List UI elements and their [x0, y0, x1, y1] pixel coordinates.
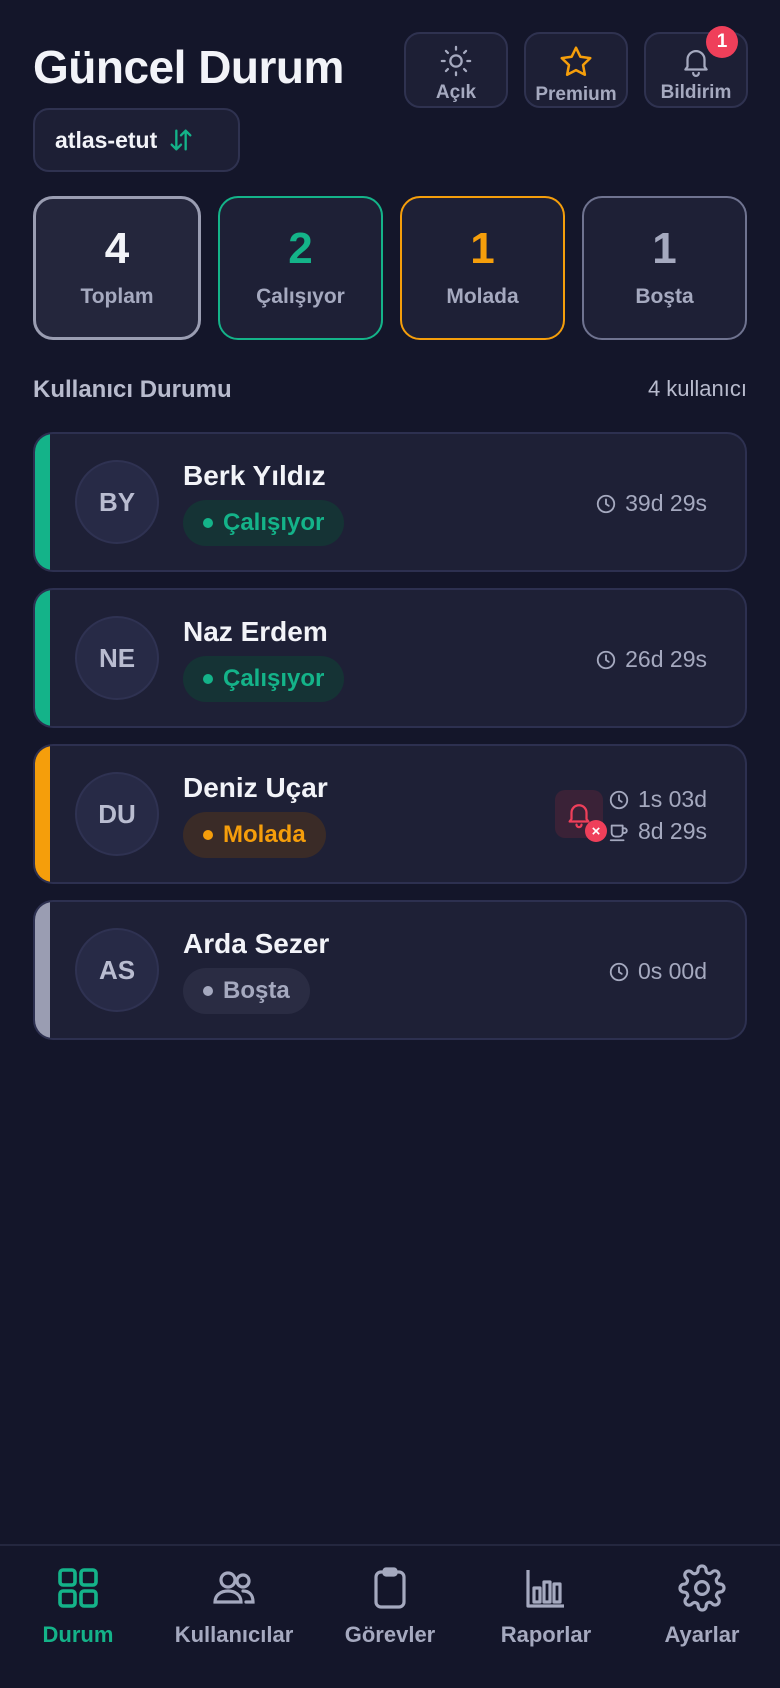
- work-time-value: 0s 00d: [637, 958, 707, 984]
- status-badge: Boşta: [183, 968, 310, 1014]
- user-name: Naz Erdem: [183, 616, 328, 647]
- stat-break-value: 1: [470, 224, 495, 273]
- clock-icon: [596, 494, 616, 513]
- nav-label: Ayarlar: [664, 1622, 740, 1647]
- status-accent-bar: [35, 746, 50, 882]
- stat-break-label: Molada: [446, 285, 519, 308]
- avatar: BY: [75, 460, 159, 544]
- break-alert-button[interactable]: ×: [555, 790, 607, 842]
- coffee-cup-icon: [609, 824, 628, 841]
- work-time: 26d 29s: [595, 646, 707, 673]
- user-status-header: Kullanıcı Durumu 4 kullanıcı: [33, 376, 747, 406]
- section-title: Kullanıcı Durumu: [33, 376, 232, 403]
- nav-label: Kullanıcılar: [174, 1622, 294, 1647]
- stat-total-label: Toplam: [80, 285, 154, 308]
- premium-label: Premium: [535, 84, 617, 105]
- stat-idle[interactable]: 1 Boşta: [582, 196, 747, 340]
- grid-icon: [58, 1568, 98, 1608]
- work-time-value: 1s 03d: [637, 786, 707, 812]
- header: Güncel Durum Açık Premium Bildirim 1 atl…: [33, 26, 748, 175]
- work-time: 0s 00d: [608, 958, 707, 985]
- user-name: Berk Yıldız: [183, 460, 326, 491]
- theme-toggle-label: Açık: [435, 82, 477, 103]
- nav-label: Durum: [42, 1622, 114, 1647]
- status-dot: [203, 674, 213, 684]
- users-icon: [213, 1571, 255, 1604]
- bar-chart-icon: [526, 1570, 564, 1608]
- notification-count-badge: 1: [706, 26, 738, 58]
- user-card[interactable]: AS Arda Sezer Boşta 0s 00d: [33, 900, 747, 1040]
- nav-item-durum[interactable]: Durum: [0, 1564, 156, 1674]
- status-dot: [203, 830, 213, 840]
- user-name: Arda Sezer: [183, 928, 330, 959]
- nav-item-ayarlar[interactable]: Ayarlar: [624, 1564, 780, 1674]
- avatar: DU: [75, 772, 159, 856]
- work-time-value: 39d 29s: [625, 490, 707, 516]
- sun-icon: [440, 45, 472, 77]
- break-time: 8d 29s: [608, 818, 707, 845]
- nav-item-raporlar[interactable]: Raporlar: [468, 1564, 624, 1674]
- user-card[interactable]: NE Naz Erdem Çalışıyor 26d 29s: [33, 588, 747, 728]
- close-icon: ×: [585, 820, 607, 842]
- avatar: NE: [75, 616, 159, 700]
- user-count: 4 kullanıcı: [647, 376, 747, 401]
- organization-selector[interactable]: atlas-etut: [33, 108, 240, 172]
- user-name: Deniz Uçar: [183, 772, 328, 803]
- nav-label: Görevler: [344, 1622, 436, 1647]
- stat-total-value: 4: [104, 224, 130, 273]
- status-accent-bar: [35, 590, 50, 726]
- break-time-value: 8d 29s: [637, 818, 707, 844]
- status-dot: [203, 986, 213, 996]
- status-label: Çalışıyor: [223, 509, 325, 536]
- avatar: AS: [75, 928, 159, 1012]
- stat-working[interactable]: 2 Çalışıyor: [218, 196, 383, 340]
- page-title: Güncel Durum: [33, 41, 344, 93]
- organization-name: atlas-etut: [55, 126, 158, 153]
- nav-item-gorevler[interactable]: Görevler: [312, 1564, 468, 1674]
- stat-working-value: 2: [288, 224, 313, 273]
- status-label: Çalışıyor: [223, 665, 325, 692]
- nav-item-kullanicilar[interactable]: Kullanıcılar: [156, 1564, 312, 1674]
- star-icon: [560, 46, 592, 77]
- status-badge: Molada: [183, 812, 326, 858]
- notifications-button[interactable]: Bildirim 1: [644, 26, 748, 108]
- bottom-navigation: Durum Kullanıcılar Görevler Raporlar Aya…: [0, 1544, 780, 1688]
- notifications-label: Bildirim: [660, 82, 732, 103]
- gear-icon: [678, 1564, 726, 1612]
- stat-idle-value: 1: [652, 224, 677, 273]
- stat-total[interactable]: 4 Toplam: [33, 196, 201, 340]
- status-badge: Çalışıyor: [183, 656, 345, 702]
- swap-arrows-icon: [170, 129, 192, 151]
- status-accent-bar: [35, 902, 50, 1038]
- status-accent-bar: [35, 434, 50, 570]
- clock-icon: [609, 790, 629, 809]
- clipboard-icon: [374, 1567, 406, 1609]
- stat-working-label: Çalışıyor: [256, 285, 345, 308]
- status-badge: Çalışıyor: [183, 500, 345, 546]
- status-label: Boşta: [223, 977, 290, 1004]
- user-card[interactable]: BY Berk Yıldız Çalışıyor 39d 29s: [33, 432, 747, 572]
- user-card[interactable]: DU Deniz Uçar Molada × 1s 03d 8d 29s: [33, 744, 747, 884]
- stat-idle-label: Boşta: [635, 285, 694, 308]
- status-label: Molada: [223, 821, 306, 848]
- work-time: 1s 03d: [608, 786, 707, 813]
- nav-label: Raporlar: [500, 1622, 592, 1647]
- clock-icon: [609, 962, 629, 981]
- status-dot: [203, 518, 213, 528]
- clock-icon: [596, 650, 616, 669]
- work-time-value: 26d 29s: [625, 646, 707, 672]
- theme-toggle-button[interactable]: Açık: [404, 32, 508, 108]
- status-summary: 4 Toplam 2 Çalışıyor 1 Molada 1 Boşta: [33, 196, 747, 340]
- premium-button[interactable]: Premium: [524, 32, 628, 108]
- stat-break[interactable]: 1 Molada: [400, 196, 565, 340]
- work-time: 39d 29s: [595, 490, 707, 517]
